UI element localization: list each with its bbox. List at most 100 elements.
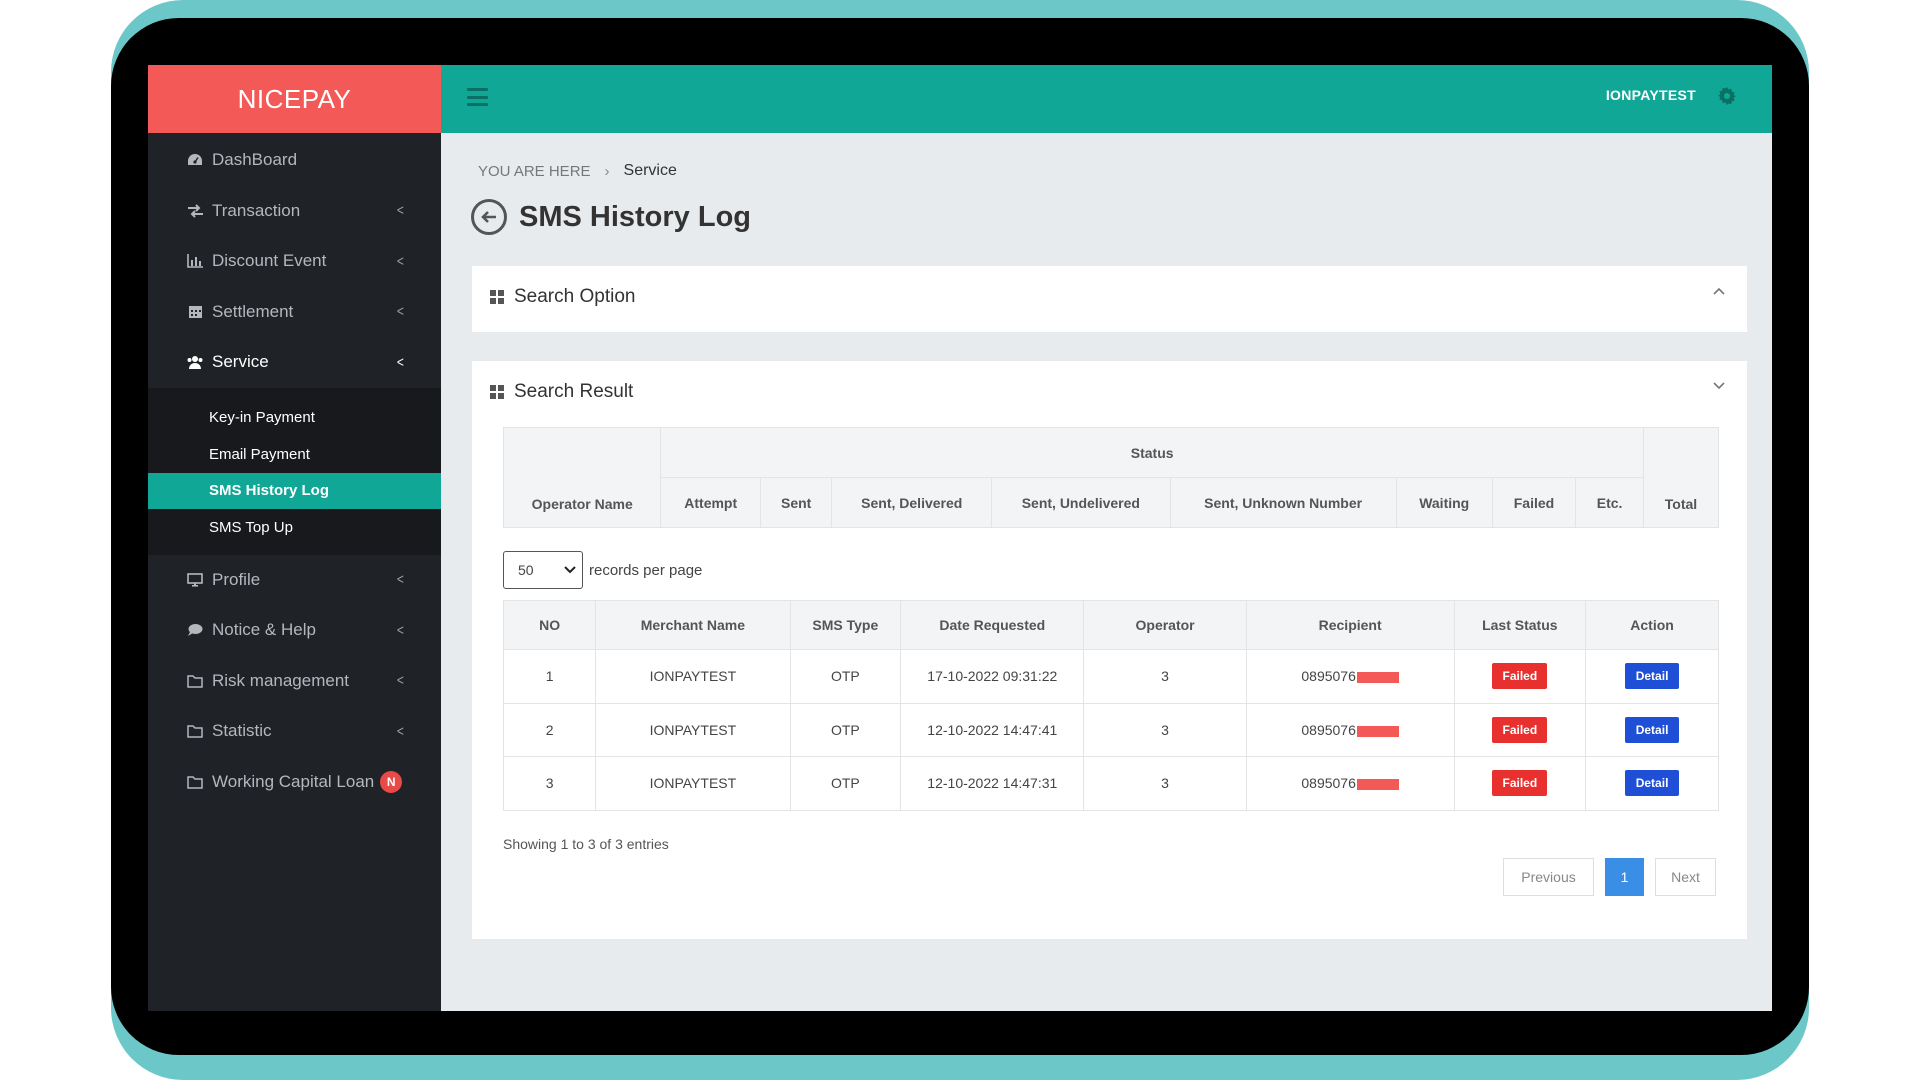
comment-icon	[186, 621, 204, 639]
search-option-title: Search Option	[514, 286, 636, 307]
search-option-header[interactable]: Search Option	[490, 286, 635, 308]
status-badge: Failed	[1492, 663, 1548, 690]
sidebar-item-statistic[interactable]: Statistic <	[148, 706, 441, 757]
cell-operator: 3	[1083, 702, 1247, 757]
sidebar-menu: DashBoard Transaction < Discount Event <	[148, 135, 441, 388]
records-per-page-label: records per page	[589, 561, 703, 579]
chevron-left-icon: <	[397, 303, 405, 321]
sidebar-item-transaction[interactable]: Transaction <	[148, 186, 441, 237]
monitor-icon	[186, 571, 204, 589]
sidebar-item-label: Working Capital Loan	[212, 771, 375, 791]
app-screen: NICEPAY DashBoard Transaction < Discount	[148, 65, 1772, 1011]
sidebar-item-notice-help[interactable]: Notice & Help <	[148, 605, 441, 656]
sidebar-item-risk-management[interactable]: Risk management <	[148, 656, 441, 707]
search-result-panel: Search Result Operator Name Status Total…	[472, 361, 1747, 939]
cell-no: 3	[502, 756, 597, 811]
pagination: Previous 1 Next	[1503, 858, 1716, 896]
table-header-row: NO Merchant Name SMS Type Date Requested…	[502, 600, 1719, 650]
summary-header-sent-unknown-number: Sent, Unknown Number	[1169, 477, 1397, 528]
submenu-item-key-in-payment[interactable]: Key-in Payment	[148, 400, 441, 437]
sidebar-item-label: Discount Event	[212, 251, 327, 271]
search-result-header[interactable]: Search Result	[490, 381, 633, 403]
cell-no: 2	[502, 702, 597, 757]
sidebar-item-profile[interactable]: Profile <	[148, 555, 441, 606]
summary-header-sent-delivered: Sent, Delivered	[831, 477, 993, 528]
summary-header-status: Status	[660, 427, 1644, 478]
summary-header-sent: Sent	[760, 477, 833, 528]
summary-header-sent-undelivered: Sent, Undelivered	[991, 477, 1171, 528]
submenu-item-email-payment[interactable]: Email Payment	[148, 436, 441, 473]
column-header-operator[interactable]: Operator	[1083, 600, 1247, 650]
chevron-down-icon[interactable]	[1713, 377, 1725, 393]
column-header-action[interactable]: Action	[1585, 600, 1719, 650]
user-menu[interactable]: IONPAYTEST	[1606, 87, 1696, 103]
sidebar-item-label: Transaction	[212, 200, 301, 220]
status-badge: Failed	[1492, 716, 1548, 743]
chevron-left-icon: <	[397, 672, 405, 690]
redaction-mask	[1356, 725, 1399, 737]
cell-recipient: 0895076	[1245, 702, 1455, 757]
column-header-merchant[interactable]: Merchant Name	[595, 600, 791, 650]
cell-sms-type: OTP	[789, 702, 902, 757]
brand-logo[interactable]: NICEPAY	[148, 65, 441, 133]
main-content: YOU ARE HERE › Service SMS History Log S…	[441, 133, 1772, 1011]
sidebar-item-settlement[interactable]: Settlement <	[148, 287, 441, 338]
chevron-left-icon: <	[397, 621, 405, 639]
gear-icon[interactable]	[1718, 87, 1738, 107]
column-header-sms-type[interactable]: SMS Type	[789, 600, 902, 650]
column-header-last-status[interactable]: Last Status	[1453, 600, 1587, 650]
column-header-no[interactable]: NO	[502, 600, 597, 650]
cell-date: 12-10-2022 14:47:41	[900, 702, 1085, 757]
chevron-down-icon	[564, 563, 576, 577]
cell-no: 1	[502, 649, 597, 704]
sidebar-item-label: Notice & Help	[212, 620, 316, 640]
sidebar-item-discount-event[interactable]: Discount Event <	[148, 236, 441, 287]
chevron-up-icon[interactable]	[1713, 282, 1725, 298]
sidebar-item-dashboard[interactable]: DashBoard	[148, 135, 441, 186]
breadcrumb-current[interactable]: Service	[624, 162, 677, 180]
column-header-date[interactable]: Date Requested	[900, 600, 1085, 650]
table-row: 1 IONPAYTEST OTP 17-10-2022 09:31:22 3 0…	[502, 649, 1719, 704]
previous-page-button[interactable]: Previous	[1503, 858, 1594, 896]
search-result-title: Search Result	[514, 381, 634, 402]
detail-button[interactable]: Detail	[1624, 663, 1680, 690]
submenu-item-sms-history-log[interactable]: SMS History Log	[148, 472, 441, 509]
chevron-left-icon: <	[397, 722, 405, 740]
sms-history-table: NO Merchant Name SMS Type Date Requested…	[502, 600, 1719, 811]
cell-action: Detail	[1585, 649, 1719, 704]
cell-last-status: Failed	[1453, 702, 1587, 757]
redaction-mask	[1356, 779, 1399, 791]
redaction-mask	[1356, 672, 1399, 684]
cell-last-status: Failed	[1453, 756, 1587, 811]
detail-button[interactable]: Detail	[1624, 716, 1680, 743]
sidebar-item-working-capital-loan[interactable]: Working Capital Loan N	[148, 757, 441, 808]
sidebar-item-label: Service	[212, 352, 269, 372]
page-title: SMS History Log	[519, 200, 752, 233]
table-row: 2 IONPAYTEST OTP 12-10-2022 14:47:41 3 0…	[502, 702, 1719, 757]
chevron-left-icon: <	[397, 353, 405, 371]
summary-header-total: Total	[1642, 427, 1720, 528]
column-header-recipient[interactable]: Recipient	[1245, 600, 1455, 650]
chevron-left-icon: <	[397, 252, 405, 270]
page-number-button[interactable]: 1	[1605, 858, 1644, 896]
sidebar-item-service[interactable]: Service <	[148, 337, 441, 388]
sidebar-item-label: Settlement	[212, 301, 294, 321]
calendar-icon	[186, 303, 204, 321]
submenu-item-sms-top-up[interactable]: SMS Top Up	[148, 509, 441, 546]
chevron-left-icon: <	[397, 202, 405, 220]
hamburger-icon[interactable]	[467, 88, 488, 106]
cell-date: 17-10-2022 09:31:22	[900, 649, 1085, 704]
detail-button[interactable]: Detail	[1624, 770, 1680, 797]
table-row: 3 IONPAYTEST OTP 12-10-2022 14:47:31 3 0…	[502, 756, 1719, 811]
entries-info: Showing 1 to 3 of 3 entries	[503, 836, 669, 852]
cell-sms-type: OTP	[789, 756, 902, 811]
sidebar-menu-lower: Profile < Notice & Help < Risk managemen…	[148, 555, 441, 808]
folder-icon	[186, 773, 204, 791]
records-per-page-select[interactable]: 50	[503, 551, 583, 589]
back-arrow-icon[interactable]	[471, 199, 507, 235]
summary-header-waiting: Waiting	[1395, 477, 1493, 528]
next-page-button[interactable]: Next	[1655, 858, 1716, 896]
sidebar-item-label: Profile	[212, 569, 261, 589]
summary-header-operator: Operator Name	[502, 427, 662, 528]
summary-header-etc: Etc.	[1575, 477, 1644, 528]
